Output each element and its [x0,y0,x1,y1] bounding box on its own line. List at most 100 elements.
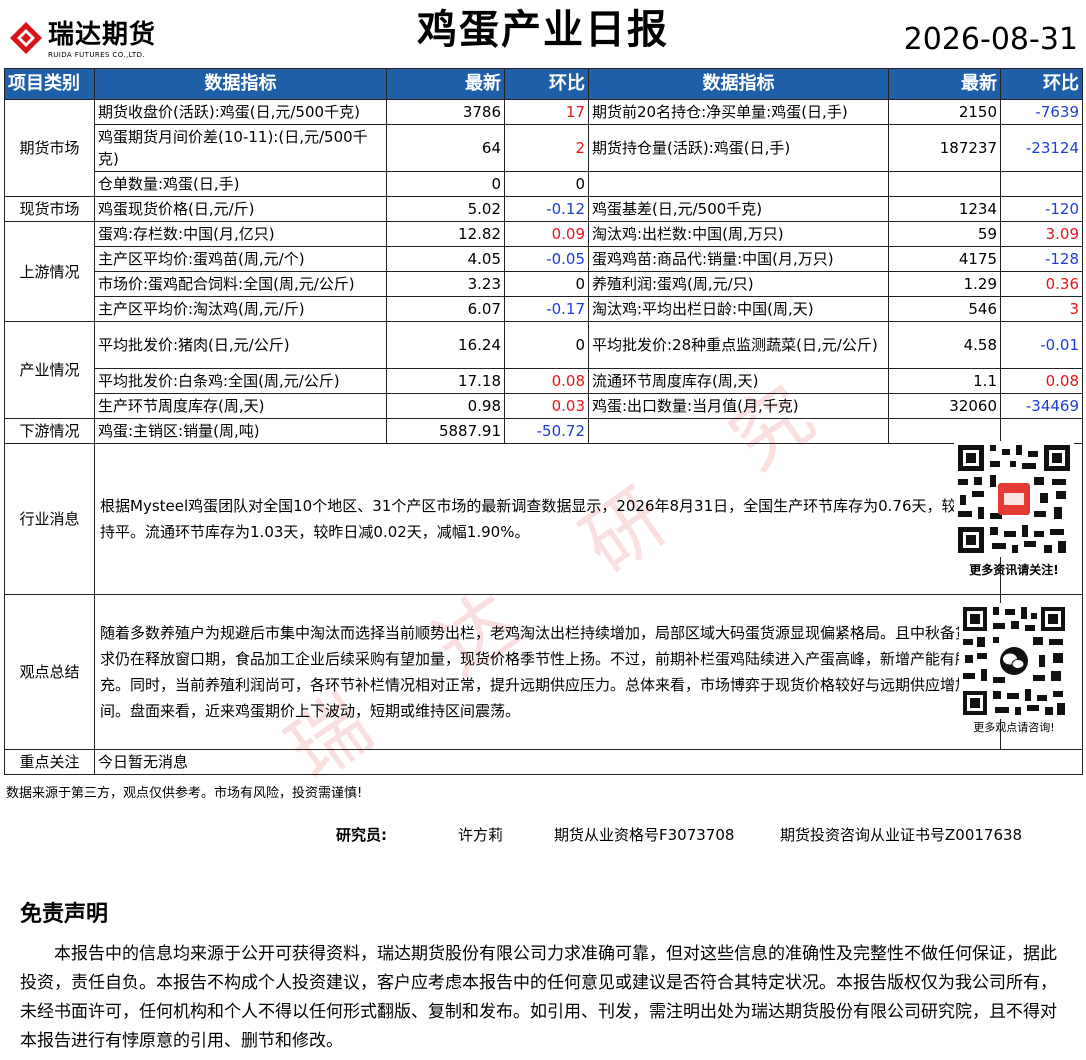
category-futures: 期货市场 [4,99,95,197]
indicator: 蛋鸡:存栏数:中国(月,亿只) [94,221,387,247]
qr-block-2: 更多观点请咨询! [954,603,1074,735]
disclaimer-body: 本报告中的信息均来源于公开可获得资料，瑞达期货股份有限公司力求准确可靠，但对这些… [20,944,1057,1051]
change-value: -7639 [1000,99,1083,125]
latest-value: 4.58 [888,321,1001,369]
indicator: 仓单数量:鸡蛋(日,手) [94,171,387,197]
change-value: 0.08 [504,368,589,394]
change-value: 0.36 [1000,271,1083,297]
indicator: 平均批发价:猪肉(日,元/公斤) [94,321,387,369]
header-change-2: 环比 [1000,68,1083,100]
empty-cell [888,171,1001,197]
latest-value: 17.18 [386,368,505,394]
latest-value: 32060 [888,393,1001,419]
focus-row: 重点关注 今日暂无消息 [4,749,1083,775]
latest-value: 546 [888,296,1001,322]
indicator: 生产环节周度库存(周,天) [94,393,387,419]
indicator: 主产区平均价:淘汰鸡(周,元/斤) [94,296,387,322]
latest-value: 16.24 [386,321,505,369]
change-value: -0.05 [504,246,589,272]
table-row: 产业情况 平均批发价:猪肉(日,元/公斤) 16.24 0 平均批发价:28种重… [4,321,1083,419]
table-row: 市场价:蛋鸡配合饲料:全国(周,元/公斤) 3.23 0 养殖利润:蛋鸡(周,元… [5,271,1083,297]
ruida-logo-icon [10,22,42,54]
indicator: 期货前20名持仓:净买单量:鸡蛋(日,手) [588,99,889,125]
latest-value: 6.07 [386,296,505,322]
qr-code-icon [954,441,1074,557]
empty-cell [588,171,889,197]
qr-code-icon [959,603,1069,719]
view-text: 随着多数养殖户为规避后市集中淘汰而选择当前顺势出栏，老鸡淘汰出栏持续增加，局部区… [94,594,1001,750]
change-value: 0.08 [1000,368,1083,394]
header-category: 项目类别 [4,68,95,100]
empty-cell [1000,418,1083,444]
latest-value: 5887.91 [386,418,505,444]
empty-cell [888,418,1001,444]
table-row: 主产区平均价:淘汰鸡(周,元/斤) 6.07 -0.17 淘汰鸡:平均出栏日龄:… [5,296,1083,322]
change-value: -128 [1000,246,1083,272]
category-spot: 现货市场 [4,196,95,222]
change-value: -120 [1000,196,1083,222]
researcher-name: 许方莉 [458,826,504,844]
risk-note: 数据来源于第三方，观点仅供参考。市场有风险，投资需谨慎! [6,786,363,801]
table-row: 生产环节周度库存(周,天) 0.98 0.03 鸡蛋:出口数量:当月值(月,千克… [5,393,1083,419]
qr-block-1: 更多资讯请关注! [954,441,1074,578]
disclaimer-title: 免责声明 [20,902,109,927]
header-indicator-2: 数据指标 [588,68,889,100]
table-header-row: 项目类别 数据指标 最新 环比 数据指标 最新 环比 [4,68,1083,100]
latest-value: 5.02 [386,196,505,222]
header-change: 环比 [504,68,589,100]
change-value: -0.12 [504,196,589,222]
researcher-label: 研究员: [336,826,387,844]
table-row: 仓单数量:鸡蛋(日,手) 0 0 [5,171,1083,197]
view-row: 观点总结 随着多数养殖户为规避后市集中淘汰而选择当前顺势出栏，老鸡淘汰出栏持续增… [4,594,1083,750]
indicator: 鸡蛋期货月间价差(10-11):(日,元/500千克) [94,124,387,172]
category-downstream: 下游情况 [4,418,95,444]
indicator: 蛋鸡鸡苗:商品代:销量:中国(月,万只) [588,246,889,272]
latest-value: 3786 [386,99,505,125]
indicator: 鸡蛋基差(日,元/500千克) [588,196,889,222]
change-value: -50.72 [504,418,589,444]
latest-value: 4.05 [386,246,505,272]
indicator: 鸡蛋现货价格(日,元/斤) [94,196,387,222]
indicator: 期货收盘价(活跃):鸡蛋(日,元/500千克) [94,99,387,125]
change-value: 3.09 [1000,221,1083,247]
header-indicator: 数据指标 [94,68,387,100]
qr-caption-1: 更多资讯请关注! [969,563,1059,577]
category-view: 观点总结 [4,594,95,750]
category-upstream: 上游情况 [4,221,95,322]
change-value: -0.17 [504,296,589,322]
indicator: 养殖利润:蛋鸡(周,元/只) [588,271,889,297]
report-header: 瑞达期货 RUIDA FUTURES CO.,LTD. 鸡蛋产业日报 2026-… [0,0,1086,66]
table-row: 现货市场 鸡蛋现货价格(日,元/斤) 5.02 -0.12 鸡蛋基差(日,元/5… [4,196,1083,222]
indicator: 期货持仓量(活跃):鸡蛋(日,手) [588,124,889,172]
latest-value: 1.29 [888,271,1001,297]
report-title: 鸡蛋产业日报 [417,7,669,53]
indicator: 平均批发价:白条鸡:全国(周,元/公斤) [94,368,387,394]
latest-value: 12.82 [386,221,505,247]
report-date: 2026-08-31 [903,22,1078,57]
table-row: 鸡蛋期货月间价差(10-11):(日,元/500千克) 64 2 期货持仓量(活… [5,124,1083,172]
indicator: 市场价:蛋鸡配合饲料:全国(周,元/公斤) [94,271,387,297]
data-table: 项目类别 数据指标 最新 环比 数据指标 最新 环比 期货市场 期货收盘价(活跃… [4,68,1083,775]
indicator: 鸡蛋:主销区:销量(周,吨) [94,418,387,444]
latest-value: 64 [386,124,505,172]
researcher-license-2: 期货投资咨询从业证书号Z0017638 [780,826,1023,844]
category-news: 行业消息 [4,443,95,595]
change-value: 3 [1000,296,1083,322]
table-row: 期货市场 期货收盘价(活跃):鸡蛋(日,元/500千克) 3786 17 期货前… [4,99,1083,197]
company-logo: 瑞达期货 RUIDA FUTURES CO.,LTD. [8,20,156,64]
latest-value: 0 [386,171,505,197]
category-industry: 产业情况 [4,321,95,419]
change-value: 17 [504,99,589,125]
indicator: 流通环节周度库存(周,天) [588,368,889,394]
change-value: 0.03 [504,393,589,419]
table-row: 主产区平均价:蛋鸡苗(周,元/个) 4.05 -0.05 蛋鸡鸡苗:商品代:销量… [5,246,1083,272]
researcher-license-1: 期货从业资格号F3073708 [554,826,735,844]
indicator: 淘汰鸡:平均出栏日龄:中国(周,天) [588,296,889,322]
change-value: -34469 [1000,393,1083,419]
empty-cell [1000,171,1083,197]
change-value: 2 [504,124,589,172]
latest-value: 2150 [888,99,1001,125]
table-row: 平均批发价:白条鸡:全国(周,元/公斤) 17.18 0.08 流通环节周度库存… [5,368,1083,394]
latest-value: 4175 [888,246,1001,272]
latest-value: 59 [888,221,1001,247]
